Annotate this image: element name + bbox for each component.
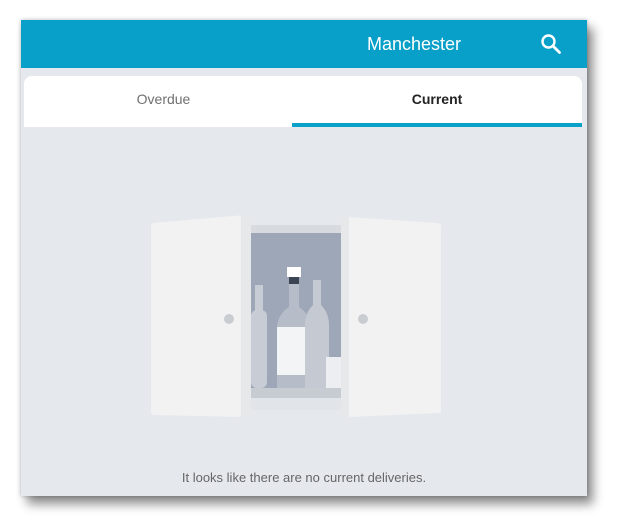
search-button[interactable]	[539, 32, 563, 56]
tab-bar: Overdue Current	[24, 76, 582, 127]
tab-overdue[interactable]: Overdue	[24, 76, 303, 127]
active-tab-indicator	[292, 123, 582, 127]
page-title: Manchester	[366, 34, 462, 54]
empty-state-message: It looks like there are no current deliv…	[181, 470, 427, 485]
search-icon	[541, 34, 561, 54]
empty-cabinet-illustration	[151, 215, 441, 417]
tab-current[interactable]: Current	[292, 76, 582, 127]
app-header: Manchester	[21, 20, 587, 68]
app-window: Manchester Overdue Current It looks like…	[21, 20, 587, 496]
